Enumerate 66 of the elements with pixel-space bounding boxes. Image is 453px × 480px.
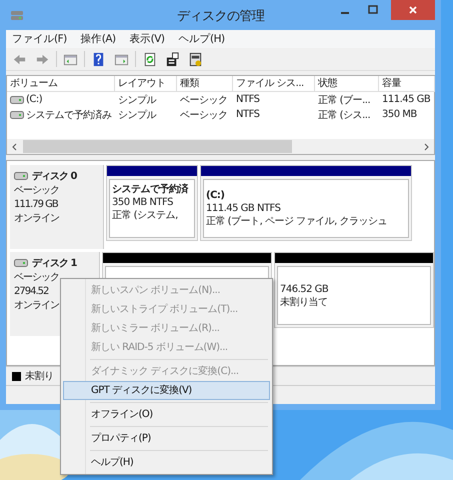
column-header[interactable]: 状態 [315,76,379,92]
table-cell-text: 正常 (シス... [317,108,372,122]
legend-swatch [12,372,21,380]
scroll-left-icon[interactable] [11,142,19,150]
disk-detail: ベーシック [14,184,59,198]
partition-block[interactable]: (C:) 111.45 GB NTFS 正常 (ブート, ページ ファイル, クラッシュ [200,165,412,241]
horizontal-scrollbar[interactable] [7,139,434,154]
table-cell-text: 350 MB [381,109,418,120]
partition-text: 未割り当て [280,296,328,308]
table-cell: (C:) [26,94,42,105]
scrollbar-thumb[interactable] [23,140,292,153]
table-cell-text: 正常 (ブー... [317,94,372,106]
legend-label: 未割り [25,370,54,383]
disk-drive-icon [10,8,24,22]
partition-text: 111.45 GB NTFS [206,202,280,215]
partition-text: 正常 (ブート, ページ ファイル, クラッシュ [206,215,387,228]
table-cell-text: NTFS [235,94,261,105]
column-header[interactable]: ボリューム [7,76,115,92]
partition-text: 746.52 GB [280,282,328,296]
disk-name: ディスク 0 [32,170,76,183]
drive-icon [14,259,28,267]
disk-name: ディスク 1 [32,257,76,270]
table-cell-text: シンプル [117,108,158,122]
disk-detail: 111.79 GB [14,198,58,212]
maximize-icon [368,5,378,15]
drive-icon [10,110,24,118]
window-title: ディスクの管理 [176,8,264,25]
column-header[interactable]: 種類 [177,76,233,92]
menu-item[interactable]: GPT ディスクに変換(V) [63,381,270,400]
disk-info-panel[interactable]: ディスク 0 ベーシック 111.79 GB オンライン [10,165,104,249]
partition-block[interactable]: システムで予約済 350 MB NTFS 正常 (システム, [106,165,198,241]
menu-item[interactable]: ファイル(F) [12,32,67,46]
menu-item[interactable]: 操作(A) [80,32,116,46]
table-cell-text: NTFS [235,109,261,120]
menu-item[interactable]: ヘルプ(H) [63,453,270,472]
partition-text: 350 MB NTFS [112,196,173,209]
table-cell-text: ベーシック [179,94,228,106]
disk-detail: ベーシック [14,271,59,285]
minimize-icon [341,12,349,14]
table-cell-text: ベーシック [179,108,228,122]
scroll-right-icon[interactable] [422,142,430,150]
drive-icon [10,96,24,104]
column-header[interactable]: レイアウト [115,76,177,92]
refresh-icon[interactable] [142,52,157,66]
menu-item[interactable]: オフライン(O) [63,405,270,424]
close-icon [408,5,418,15]
column-header[interactable]: ファイル シス... [233,76,315,92]
menu-item[interactable]: プロパティ(P) [63,429,270,448]
disk-settings-icon[interactable] [188,52,203,66]
drive-icon [14,172,28,180]
partition-block[interactable]: 746.52 GB 未割り当て [274,252,434,328]
disk-detail: オンライン [14,299,59,313]
partition-text: システムで予約済 [112,183,188,196]
menu-item[interactable]: ヘルプ(H) [178,32,225,46]
disk-detail: 2794.52 [14,285,48,299]
column-header[interactable]: 容量 [379,76,435,92]
close-button[interactable] [391,0,435,20]
table-cell-text: 111.45 GB [381,94,432,105]
help-icon[interactable] [91,52,106,66]
table-cell-text: シンプル [117,94,158,106]
properties-icon[interactable] [165,52,180,66]
partition-text: 正常 (システム, [112,209,178,222]
disk-detail: オンライン [14,212,59,226]
table-cell-text: システムで予約済み [26,108,112,122]
menu-item[interactable]: 表示(V) [130,32,165,46]
partition-text: (C:) [206,189,224,202]
